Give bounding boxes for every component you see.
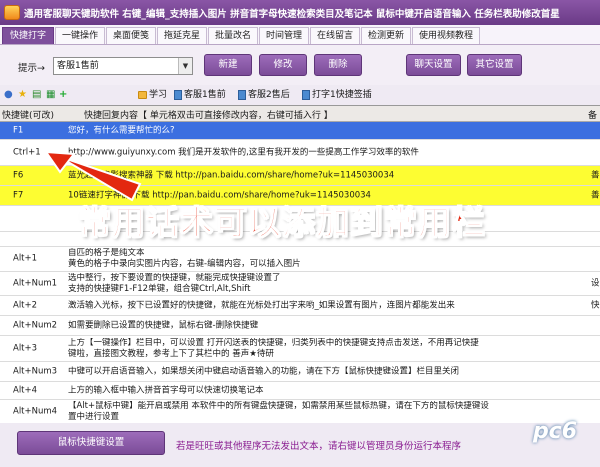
delete-button[interactable]: 删除 — [314, 54, 362, 76]
tab-time-management[interactable]: 时间管理 — [259, 27, 309, 44]
tab-quick-typing[interactable]: 快捷打字 — [2, 27, 54, 44]
chat-settings-button[interactable]: 聊天设置 — [406, 54, 461, 76]
note-icon — [238, 89, 246, 100]
column-header-shortcut[interactable]: 快捷键(可改) — [2, 108, 54, 121]
folder-aftersales[interactable]: 客服2售后 — [238, 89, 290, 101]
tab-procrastination[interactable]: 拖延克星 — [157, 27, 207, 44]
edit-button[interactable]: 修改 — [259, 54, 307, 76]
table-row[interactable]: Alt+Num4 【Alt+鼠标中键】能开启或禁用 本软件中的所有键盘快捷键，如需… — [0, 400, 600, 423]
note-icon — [302, 89, 310, 100]
table-row[interactable]: Alt+2 激活输入光标，按下已设置好的快捷键，就能在光标处打出字来哟_如果设置有… — [0, 296, 600, 316]
info-icon[interactable]: ● — [4, 89, 13, 101]
mouse-shortcut-settings-button[interactable]: 鼠标快捷键设置 — [17, 431, 165, 455]
table-row[interactable]: Alt+Num1 选中整行，按下要设置的快捷键，就能完成快捷键设置了 支持的快捷键… — [0, 272, 600, 296]
folder-typing[interactable]: 打字1快捷签插 — [302, 89, 372, 101]
tab-one-click[interactable]: 一键操作 — [55, 27, 105, 44]
table-row[interactable]: Alt+Num3 中键可以开启语音输入，如果想关闭中键启动语音输入的功能，请在下方… — [0, 362, 600, 382]
note-icon — [174, 89, 182, 100]
column-header-note[interactable]: 备 — [588, 108, 597, 121]
notebook-select-value: 客服1售前 — [57, 61, 99, 71]
tab-video-tutorial[interactable]: 使用视频教程 — [412, 27, 480, 44]
chevron-down-icon[interactable]: ▼ — [178, 58, 192, 74]
folder-icon — [138, 90, 147, 99]
annotation-overlay-text: 常用话术可以添加到常用栏 — [77, 202, 486, 242]
table-row[interactable]: Alt+1 自匹的格子是纯文本 黄色的格子中录向实图片内容，右键-编辑内容，可以插… — [0, 247, 600, 272]
admin-note: 若是旺旺或其他程序无法发出文本，请右键以管理员身份运行本程序 — [176, 441, 462, 452]
star-icon[interactable]: ★ — [18, 89, 27, 101]
title-bar: 通用客服聊天键助软件 右键_编辑_支持插入图片 拼音首字母快速检索类目及笔记本 … — [0, 0, 600, 25]
tab-batch-rename[interactable]: 批量改名 — [208, 27, 258, 44]
table-row[interactable]: Alt+4 上方的输入框中输入拼音首字母可以快速切换笔记本 — [0, 382, 600, 400]
add-icon[interactable]: + — [59, 89, 67, 101]
grid-icon[interactable]: ▦ — [46, 89, 55, 101]
list-icon[interactable]: ▤ — [32, 89, 41, 101]
quick-bar: ● ★ ▤ ▦ + 学习 客服1售前 客服2售后 打字1快捷签插 — [0, 85, 600, 105]
main-tabs: 快捷打字 一键操作 桌面便笺 拖延克星 批量改名 时间管理 在线留言 检测更新 … — [0, 25, 600, 45]
tab-check-update[interactable]: 检测更新 — [361, 27, 411, 44]
notebook-select[interactable]: 客服1售前 ▼ — [53, 57, 193, 75]
new-button[interactable]: 新建 — [204, 54, 252, 76]
watermark-logo: pc6 — [532, 419, 578, 444]
folder-presales[interactable]: 客服1售前 — [174, 89, 226, 101]
app-title: 通用客服聊天键助软件 右键_编辑_支持插入图片 拼音首字母快速检索类目及笔记本 … — [24, 9, 560, 20]
table-row[interactable]: Alt+3 上方【一键操作】栏目中，可以设置 打开闪送表的快捷键，归类列表中的快捷… — [0, 336, 600, 362]
app-logo-icon — [4, 5, 20, 20]
table-row[interactable]: F1 您好，有什么需要帮忙的么? — [0, 122, 600, 140]
prompt-label: 提示→ — [18, 63, 45, 74]
grid-header: 快捷键(可改) 快捷回复内容【 单元格双击可直接修改内容，右键可插入行 】 备 — [0, 106, 600, 122]
folder-study[interactable]: 学习 — [138, 89, 167, 101]
other-settings-button[interactable]: 其它设置 — [467, 54, 522, 76]
tab-online-message[interactable]: 在线留言 — [310, 27, 360, 44]
tab-desktop-notes[interactable]: 桌面便笺 — [106, 27, 156, 44]
column-header-content[interactable]: 快捷回复内容【 单元格双击可直接修改内容，右键可插入行 】 — [84, 108, 333, 121]
table-row[interactable]: Alt+Num2 如需要删除已设置的快捷键，鼠标右键-删除快捷键 — [0, 316, 600, 336]
